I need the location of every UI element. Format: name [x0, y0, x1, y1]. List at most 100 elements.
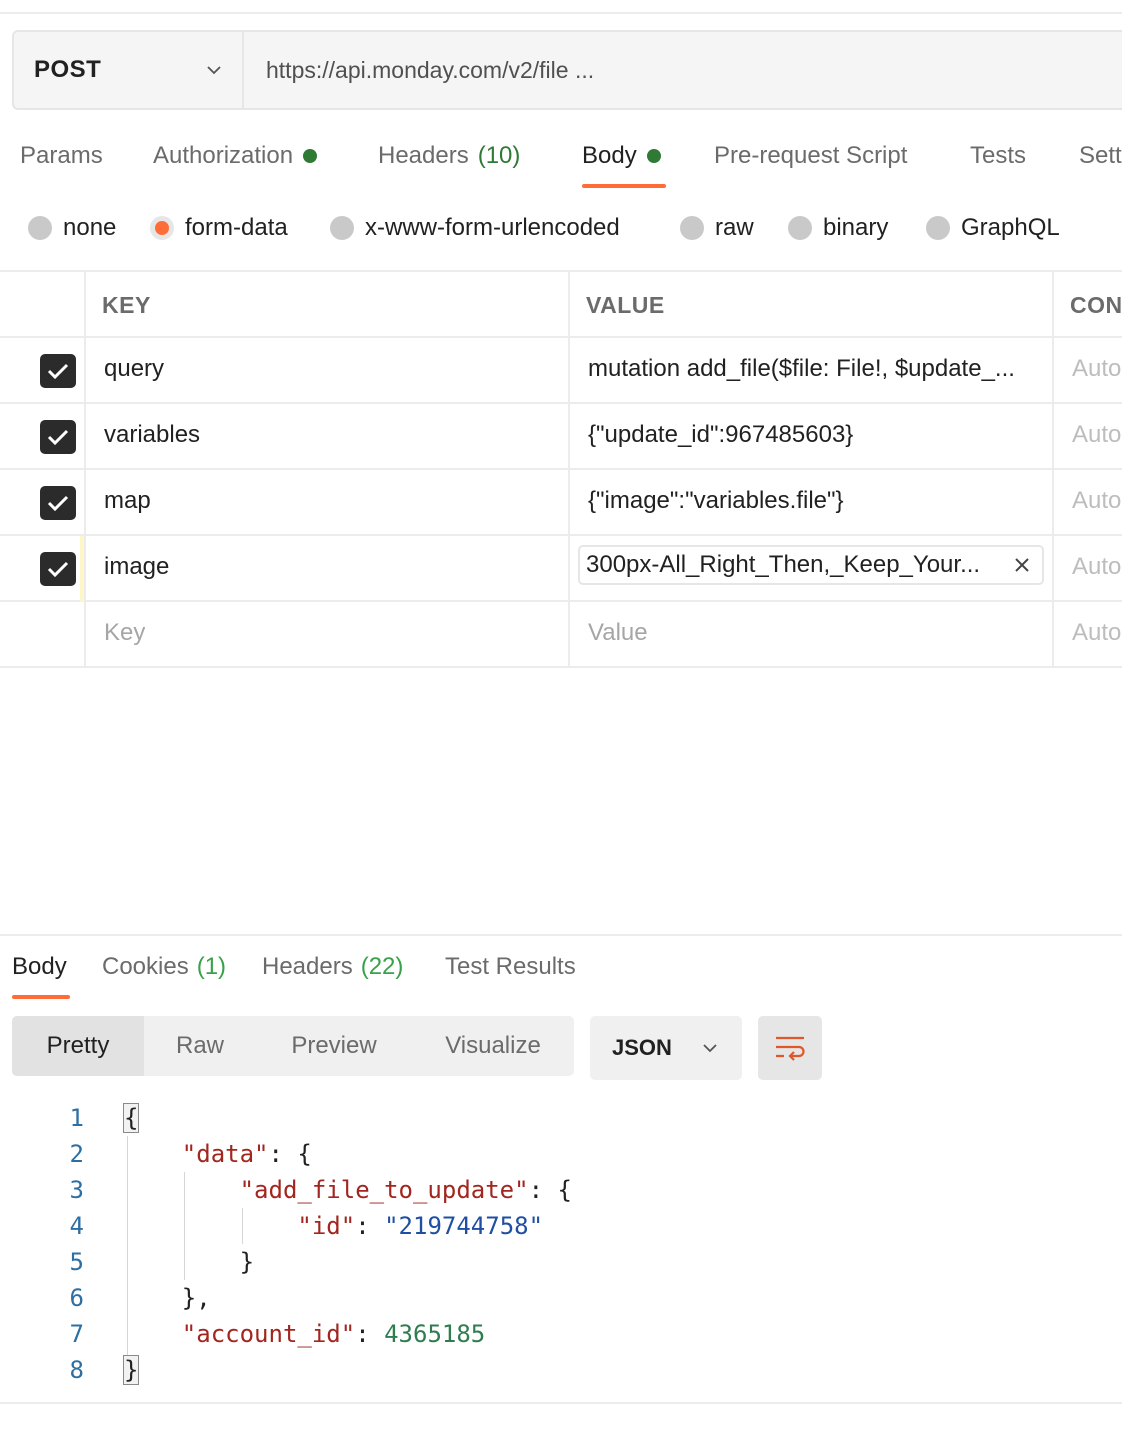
radio-label: GraphQL	[961, 214, 1060, 241]
view-raw-button[interactable]: Raw	[144, 1016, 256, 1076]
code-line: "id": "219744758"	[297, 1212, 544, 1240]
radio-label: raw	[715, 214, 754, 241]
content-type-cell[interactable]: Auto	[1072, 553, 1121, 581]
radio-x-www-form-urlencoded[interactable]: x-www-form-urlencoded	[330, 214, 620, 242]
tab-label: Test Results	[445, 953, 576, 980]
radio-binary[interactable]: binary	[788, 214, 888, 242]
tab-params[interactable]: Params	[20, 142, 103, 170]
response-body-viewer[interactable]: 1 2 3 4 5 6 7 8 { "data": { "add_file_to…	[0, 1100, 1122, 1400]
column-divider	[568, 338, 570, 402]
tab-count: (10)	[477, 142, 521, 169]
column-divider	[1052, 338, 1054, 402]
code-line: "data": {	[181, 1140, 312, 1168]
radio-circle	[680, 216, 704, 240]
response-tab-test-results[interactable]: Test Results	[445, 953, 576, 981]
request-url-bar: POST https://api.monday.com/v2/file ...	[12, 30, 1122, 110]
key-cell[interactable]: map	[104, 487, 151, 515]
tab-body[interactable]: Body	[582, 142, 661, 170]
body-type-radios: none form-data x-www-form-urlencoded raw…	[0, 210, 1122, 250]
column-header-value: VALUE	[586, 292, 665, 318]
table-row: variables {"update_id":967485603} Auto	[0, 404, 1122, 470]
radio-circle	[788, 216, 812, 240]
tab-authorization[interactable]: Authorization	[153, 142, 318, 170]
new-key-input[interactable]: Key	[104, 619, 145, 647]
tab-settings[interactable]: Sett	[1079, 142, 1122, 170]
key-cell[interactable]: image	[104, 553, 169, 581]
column-divider	[568, 272, 570, 336]
line-number: 8	[69, 1356, 84, 1384]
radio-label: form-data	[185, 214, 288, 241]
tab-headers[interactable]: Headers (10)	[378, 142, 520, 170]
response-tab-body[interactable]: Body	[12, 953, 67, 981]
response-tab-cookies[interactable]: Cookies (1)	[102, 953, 226, 981]
row-checkbox[interactable]	[40, 420, 76, 454]
new-value-input[interactable]: Value	[588, 619, 648, 647]
view-mode-group: Pretty Raw Preview Visualize	[12, 1016, 574, 1076]
line-number: 6	[69, 1284, 84, 1312]
table-header-row: KEY VALUE CON	[0, 270, 1122, 338]
column-divider	[1052, 536, 1054, 600]
tab-count: (1)	[196, 953, 227, 980]
table-row: query mutation add_file($file: File!, $u…	[0, 338, 1122, 404]
close-icon[interactable]	[1012, 555, 1032, 575]
method-select[interactable]: POST	[14, 32, 244, 108]
matched-brace: }	[122, 1355, 140, 1385]
word-wrap-button[interactable]	[758, 1016, 822, 1080]
tab-label: Headers	[378, 142, 469, 169]
view-pretty-button[interactable]: Pretty	[12, 1016, 144, 1076]
value-cell[interactable]: {"update_id":967485603}	[588, 421, 1044, 449]
radio-graphql[interactable]: GraphQL	[926, 214, 1060, 242]
request-tabs: Params Authorization Headers (10) Body Pr…	[0, 130, 1122, 190]
radio-circle	[926, 216, 950, 240]
row-checkbox[interactable]	[40, 552, 76, 586]
tab-label: Headers	[262, 953, 353, 980]
column-divider	[84, 404, 86, 468]
content-type-cell[interactable]: Auto	[1072, 487, 1121, 515]
column-divider	[1052, 602, 1054, 666]
row-checkbox[interactable]	[40, 354, 76, 388]
column-divider	[568, 602, 570, 666]
new-content-type-cell[interactable]: Auto	[1072, 619, 1121, 647]
row-checkbox[interactable]	[40, 486, 76, 520]
format-select[interactable]: JSON	[590, 1016, 742, 1080]
response-tab-headers[interactable]: Headers (22)	[262, 953, 403, 981]
file-chip[interactable]: 300px-All_Right_Then,_Keep_Your...	[578, 545, 1044, 585]
view-visualize-button[interactable]: Visualize	[412, 1016, 574, 1076]
radio-none[interactable]: none	[28, 214, 116, 242]
value-cell[interactable]: {"image":"variables.file"}	[588, 487, 1044, 515]
checkmark-icon	[47, 363, 69, 380]
content-type-cell[interactable]: Auto	[1072, 421, 1121, 449]
tab-label: Sett	[1079, 142, 1122, 169]
line-number: 2	[69, 1140, 84, 1168]
content-type-cell[interactable]: Auto	[1072, 355, 1121, 383]
tab-tests[interactable]: Tests	[970, 142, 1026, 170]
tab-pre-request-script[interactable]: Pre-request Script	[714, 142, 907, 170]
column-divider	[1052, 470, 1054, 534]
json-number: 4365185	[384, 1320, 486, 1348]
radio-circle	[28, 216, 52, 240]
radio-form-data[interactable]: form-data	[150, 214, 288, 242]
matched-brace: {	[122, 1103, 140, 1133]
line-number: 5	[69, 1248, 84, 1276]
column-divider	[84, 338, 86, 402]
json-key: "id"	[297, 1212, 356, 1240]
key-cell[interactable]: variables	[104, 421, 200, 449]
bottom-divider	[0, 1402, 1122, 1404]
line-number: 7	[69, 1320, 84, 1348]
tab-label: Body	[12, 953, 67, 980]
radio-label: binary	[823, 214, 889, 241]
column-divider	[84, 602, 86, 666]
radio-raw[interactable]: raw	[680, 214, 754, 242]
tab-count: (22)	[360, 953, 404, 980]
tab-label: Cookies	[102, 953, 189, 980]
key-cell[interactable]: query	[104, 355, 164, 383]
method-label: POST	[34, 56, 102, 83]
chevron-down-icon	[703, 1044, 717, 1053]
table-row-new: Key Value Auto	[0, 602, 1122, 668]
view-preview-button[interactable]: Preview	[262, 1016, 406, 1076]
table-row: map {"image":"variables.file"} Auto	[0, 470, 1122, 536]
code-line: }	[124, 1248, 255, 1276]
url-input[interactable]: https://api.monday.com/v2/file ...	[244, 32, 594, 108]
value-cell[interactable]: mutation add_file($file: File!, $update_…	[588, 355, 1044, 383]
code-line: {	[122, 1103, 140, 1133]
